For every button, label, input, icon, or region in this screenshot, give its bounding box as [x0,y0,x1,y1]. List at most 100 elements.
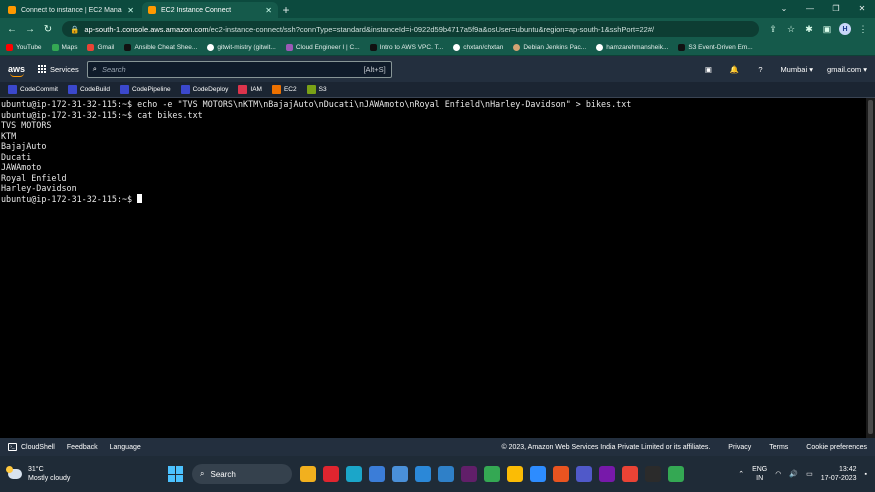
close-window-button[interactable]: ✕ [849,0,875,18]
zoom-icon[interactable] [530,466,546,482]
language-indicator[interactable]: ENG IN [752,465,767,483]
medium-icon [369,44,377,51]
bookmark-label: hamzarehmansheik... [606,44,669,51]
bookmark-chxtan[interactable]: chxtan/chxtan [453,44,503,51]
codebuild-icon [67,85,77,94]
account-menu[interactable]: gmail.com ▾ [827,65,867,74]
bookmark-s3-event[interactable]: S3 Event-Driven Em... [678,44,753,51]
reload-button[interactable]: ↻ [40,21,56,37]
photos-icon[interactable] [415,466,431,482]
maximize-button[interactable]: ❐ [823,0,849,18]
chrome-3-icon[interactable] [622,466,638,482]
aws-logo[interactable]: aws [8,64,30,77]
bookmark-hamzarehman[interactable]: hamzarehmansheik... [596,44,668,51]
cloudshell-icon[interactable]: ▣ [702,65,714,74]
terminal-scrollbar[interactable] [866,98,875,438]
file-explorer-icon[interactable] [300,466,316,482]
tab-search-icon[interactable]: ⌄ [771,0,797,18]
terminal-line: Royal Enfield [1,172,67,183]
vscode-icon[interactable] [438,466,454,482]
opera-icon[interactable] [323,466,339,482]
notification-icon[interactable]: ▪ [865,471,867,478]
language-link[interactable]: Language [110,444,141,451]
app-icon[interactable] [392,466,408,482]
bookmark-label: S3 Event-Driven Em... [688,44,753,51]
favorite-codepipeline[interactable]: CodePipeline [119,85,171,94]
copyright-text: © 2023, Amazon Web Services India Privat… [501,443,711,451]
scrollbar-thumb[interactable] [868,100,873,434]
chevron-up-icon[interactable]: ⌃ [738,470,744,478]
favorite-ec2[interactable]: EC2 [271,85,297,94]
share-icon[interactable]: ⇪ [765,21,781,37]
tab-ec2-instance-connect[interactable]: EC2 Instance Connect ✕ [142,2,278,18]
bookmark-gitwit[interactable]: gitwit-mistry (gitwit... [207,44,276,51]
extensions-icon[interactable]: ✱ [801,21,817,37]
windows-start-icon[interactable] [168,466,184,482]
cookie-preferences-link[interactable]: Cookie preferences [806,444,867,451]
bookmark-cloud-engineer[interactable]: Cloud Engineer I | C... [285,44,360,51]
bookmark-youtube[interactable]: YouTube [6,44,42,51]
gmail-icon [87,44,95,51]
terminal-output[interactable]: ubuntu@ip-172-31-32-115:~$ echo -e "TVS … [0,98,866,438]
teams-icon[interactable] [576,466,592,482]
wsl-icon[interactable] [553,466,569,482]
favorite-iam[interactable]: IAM [238,85,262,94]
bookmark-maps[interactable]: Maps [51,44,77,51]
iam-icon [238,85,248,94]
bookmark-ansible[interactable]: Ansible Cheat Shee... [124,44,197,51]
battery-icon[interactable]: ▭ [806,470,813,478]
onenote-icon[interactable] [599,466,615,482]
windows-taskbar: 31°C Mostly cloudy ⌕ Search ⌃ ENG IN ◠ 🔊… [0,456,875,492]
bookmark-aws-vpc[interactable]: Intro to AWS VPC. T... [369,44,443,51]
chrome-icon[interactable] [484,466,500,482]
new-tab-button[interactable]: + [278,2,294,18]
wifi-icon[interactable]: ◠ [775,470,781,478]
weather-widget[interactable]: 31°C Mostly cloudy [6,465,158,483]
menu-kebab-icon[interactable]: ⋮ [855,21,871,37]
chrome-active-icon[interactable] [668,466,684,482]
favorite-label: EC2 [283,86,297,93]
services-menu[interactable]: Services [38,64,79,74]
cloudshell-button[interactable]: ›_ CloudShell [8,443,55,451]
side-panel-icon[interactable]: ▣ [819,21,835,37]
notifications-bell-icon[interactable]: 🔔 [728,65,740,74]
url-path: /ec2-instance-connect/ssh?connType=stand… [208,24,655,34]
taskbar-search[interactable]: ⌕ Search [192,464,292,484]
feedback-link[interactable]: Feedback [67,444,98,451]
aws-favicon-icon [148,6,156,14]
back-button[interactable]: ← [4,21,20,37]
chrome-2-icon[interactable] [507,466,523,482]
slack-icon[interactable] [461,466,477,482]
store-icon[interactable] [369,466,385,482]
favorite-s3[interactable]: S3 [306,85,327,94]
github-icon [596,44,604,51]
edge-icon[interactable] [346,466,362,482]
favorite-label: S3 [318,86,327,93]
bookmark-gmail[interactable]: Gmail [87,44,114,51]
bookmark-star-icon[interactable]: ☆ [783,21,799,37]
aws-search-input[interactable]: ⌕ Search [Alt+S] [86,60,392,78]
address-bar[interactable]: 🔒 ap-south-1.console.aws.amazon.com/ec2-… [62,21,759,37]
time: 13:42 [838,466,857,473]
favorite-codecommit[interactable]: CodeCommit [8,85,58,94]
terms-link[interactable]: Terms [769,444,788,451]
close-tab-icon[interactable]: ✕ [265,6,272,15]
terminal-icon[interactable] [645,466,661,482]
forward-button[interactable]: → [22,21,38,37]
favorite-codedeploy[interactable]: CodeDeploy [180,85,228,94]
maps-icon [51,44,59,51]
clock[interactable]: 13:42 17-07-2023 [821,465,857,483]
minimize-button[interactable]: — [797,0,823,18]
region-selector[interactable]: Mumbai ▾ [780,65,813,74]
tab-connect-to-instance[interactable]: Connect to instance | EC2 Manag ✕ [2,2,140,18]
bookmark-label: YouTube [16,44,42,51]
profile-button[interactable]: H [837,21,853,37]
favorite-codebuild[interactable]: CodeBuild [67,85,110,94]
bookmark-jenkins[interactable]: Debian Jenkins Pac... [513,44,586,51]
privacy-link[interactable]: Privacy [728,444,751,451]
close-tab-icon[interactable]: ✕ [127,6,134,15]
terminal-prompt-line[interactable]: ubuntu@ip-172-31-32-115:~$ [1,193,865,205]
window-controls: ⌄ — ❐ ✕ [771,0,875,18]
volume-icon[interactable]: 🔊 [789,470,798,478]
help-icon[interactable]: ? [754,65,766,74]
